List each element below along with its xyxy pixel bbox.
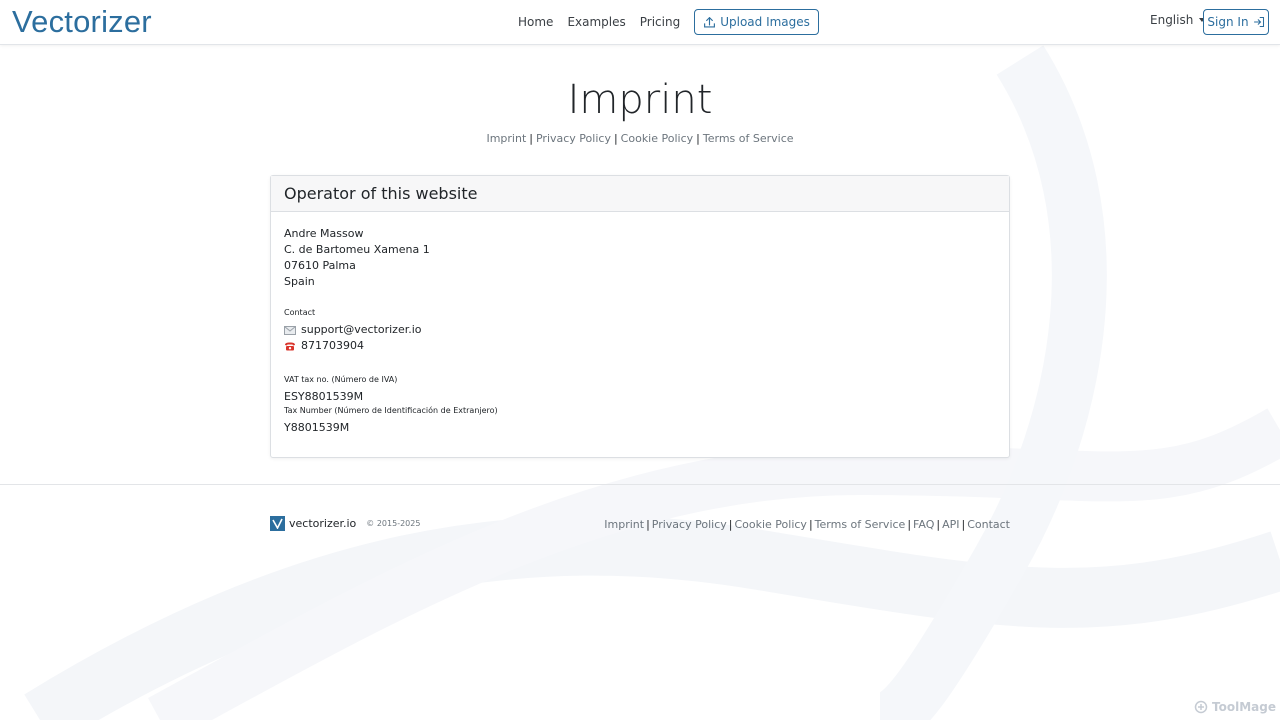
- vectorizer-logo-icon: [270, 516, 285, 531]
- tax-label: Tax Number (Número de Identificación de …: [284, 406, 498, 415]
- address-city: 07610 Palma: [284, 259, 356, 272]
- legal-links: Imprint | Privacy Policy | Cookie Policy | Ter…: [0, 132, 1280, 145]
- tax-value: Y8801539M: [284, 421, 350, 434]
- contact-phone[interactable]: 871703904: [301, 338, 364, 354]
- separator: |: [728, 518, 733, 531]
- sign-in-button[interactable]: Sign In: [1203, 9, 1269, 35]
- sign-in-label: Sign In: [1207, 15, 1249, 29]
- upload-icon: [704, 16, 716, 28]
- phone-row: 871703904: [284, 338, 996, 354]
- watermark-text: ToolMage: [1212, 700, 1276, 714]
- main-nav: Home Examples Pricing Upload Images: [511, 0, 819, 44]
- footer-links: Imprint | Privacy Policy | Cookie Policy | Ter…: [604, 518, 1010, 531]
- separator: |: [961, 518, 966, 531]
- brand-text: Vectorizer: [12, 4, 152, 39]
- page-title: Imprint: [567, 77, 713, 123]
- email-row: support@vectorizer.io: [284, 322, 996, 338]
- telephone-icon: [285, 342, 295, 350]
- operator-card: Operator of this website Andre Massow C.…: [270, 175, 1010, 458]
- sign-in-icon: [1253, 16, 1264, 28]
- vat-label: VAT tax no. (Número de IVA): [284, 375, 398, 384]
- footer-terms-link[interactable]: Terms of Service: [815, 518, 906, 531]
- separator: |: [646, 518, 650, 531]
- footer-api-link[interactable]: API: [942, 518, 959, 531]
- operator-card-body: Andre Massow C. de Bartomeu Xamena 1 076…: [271, 212, 1009, 450]
- footer-brand-name[interactable]: vectorizer.io: [289, 517, 356, 530]
- legal-imprint-link[interactable]: Imprint: [486, 132, 526, 145]
- language-dropdown[interactable]: English: [1150, 13, 1206, 27]
- separator: |: [907, 518, 912, 531]
- separator: |: [529, 132, 533, 145]
- legal-privacy-link[interactable]: Privacy Policy: [536, 132, 611, 145]
- address-street: C. de Bartomeu Xamena 1: [284, 243, 430, 256]
- watermark: ToolMage: [1194, 700, 1276, 714]
- footer-privacy-link[interactable]: Privacy Policy: [652, 518, 727, 531]
- footer-imprint-link[interactable]: Imprint: [604, 518, 644, 531]
- brand-logo[interactable]: Vectorizer: [12, 4, 152, 40]
- legal-terms-link[interactable]: Terms of Service: [703, 132, 794, 145]
- contact-email[interactable]: support@vectorizer.io: [301, 322, 422, 338]
- separator: |: [808, 518, 813, 531]
- top-navbar: Vectorizer Home Examples Pricing Upload …: [0, 0, 1280, 45]
- upload-images-label: Upload Images: [720, 15, 810, 29]
- language-label: English: [1150, 13, 1194, 27]
- contact-label: Contact: [284, 308, 316, 317]
- address-country: Spain: [284, 275, 315, 288]
- upload-images-button[interactable]: Upload Images: [694, 9, 819, 35]
- nav-pricing-link[interactable]: Pricing: [640, 15, 680, 29]
- separator: |: [613, 132, 618, 145]
- footer-contact-link[interactable]: Contact: [967, 518, 1010, 531]
- footer-divider: [0, 484, 1280, 485]
- footer-faq-link[interactable]: FAQ: [913, 518, 934, 531]
- toolmage-logo-icon: [1194, 700, 1208, 714]
- legal-cookie-link[interactable]: Cookie Policy: [621, 132, 693, 145]
- footer-copyright: © 2015-2025: [366, 519, 421, 528]
- nav-examples-link[interactable]: Examples: [567, 15, 625, 29]
- envelope-icon: [284, 325, 296, 335]
- vat-value: ESY8801539M: [284, 390, 364, 403]
- nav-home-link[interactable]: Home: [518, 15, 553, 29]
- address-name: Andre Massow: [284, 227, 364, 240]
- separator: |: [696, 132, 700, 145]
- operator-card-header: Operator of this website: [271, 176, 1009, 212]
- footer-cookie-link[interactable]: Cookie Policy: [734, 518, 806, 531]
- separator: |: [936, 518, 941, 531]
- footer-brand: vectorizer.io © 2015-2025: [270, 516, 420, 531]
